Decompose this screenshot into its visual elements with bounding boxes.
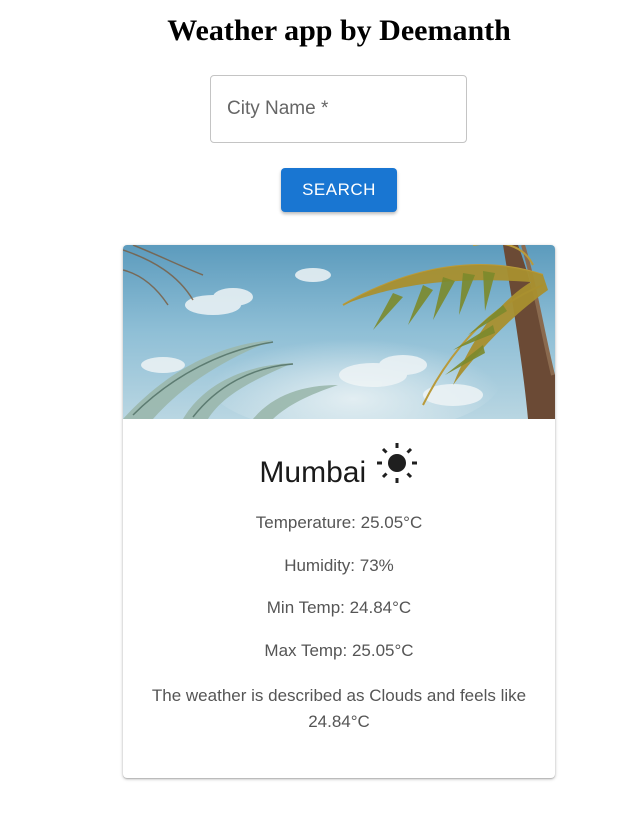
weather-description: The weather is described as Clouds and f…	[151, 686, 527, 731]
sun-icon	[376, 443, 417, 483]
max-temp-text: Max Temp: 25.05°C	[264, 641, 414, 660]
city-name-field[interactable]	[210, 75, 467, 143]
city-row: Mumbai	[123, 436, 555, 496]
weather-card-image	[123, 245, 555, 419]
page-title: Weather app by Deemanth	[167, 14, 511, 47]
temperature-text: Temperature: 25.05°C	[255, 513, 423, 532]
humidity-text: Humidity: 73%	[284, 556, 394, 575]
min-temp-text: Min Temp: 24.84°C	[266, 598, 412, 617]
city-name-input[interactable]	[211, 76, 466, 142]
city-name: Mumbai	[259, 456, 367, 489]
search-button[interactable]: SEARCH	[281, 168, 397, 212]
